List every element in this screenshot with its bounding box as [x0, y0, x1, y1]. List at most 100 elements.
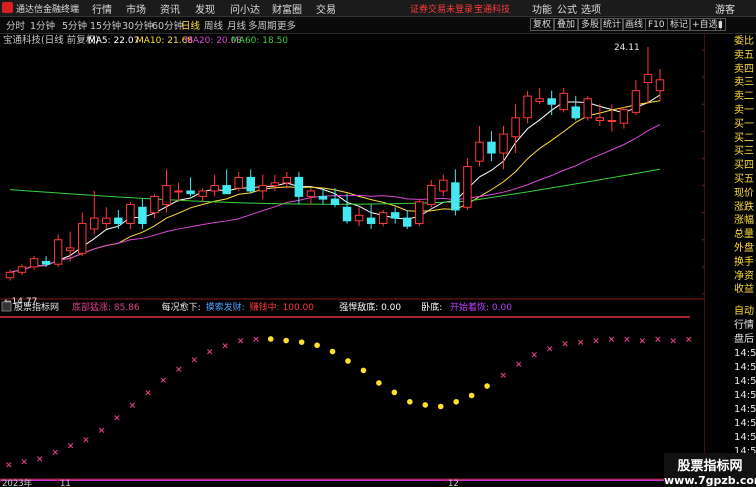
- date-label: 2023年: [2, 478, 33, 487]
- indicator-dot: [407, 398, 413, 405]
- candle-body: [619, 109, 629, 124]
- indicator-cross: ×: [500, 371, 508, 381]
- stock-header: 宝通科技(日线 前复权): [3, 34, 99, 46]
- menu-行情[interactable]: 行情: [92, 1, 112, 16]
- tab-日线[interactable]: 日线: [181, 18, 200, 32]
- toolbar-标记[interactable]: 标记: [667, 18, 692, 31]
- indicator-dot: [314, 342, 320, 349]
- indicator-dot: [391, 389, 398, 396]
- candle-body: [607, 119, 617, 122]
- toolbar-多股[interactable]: 多股: [578, 18, 603, 31]
- indicator-value-label: 赚钱中: 100.00: [250, 301, 315, 313]
- login-warning[interactable]: 证券交易未登录: [410, 2, 473, 15]
- toolbar-复权[interactable]: 复权: [530, 18, 555, 31]
- quote-label-2: 14:5: [734, 376, 756, 387]
- toolbar-画线[interactable]: 画线: [622, 18, 647, 31]
- indicator-cross: ×: [515, 360, 523, 370]
- indicator-cross: ×: [82, 435, 90, 445]
- candle-body: [366, 217, 376, 225]
- toolbar-统计[interactable]: 统计: [600, 18, 625, 31]
- indicator-dot: [298, 339, 305, 345]
- tab-多周期[interactable]: 多周期: [248, 18, 277, 32]
- candle-body: [102, 217, 111, 225]
- candle-body: [126, 204, 135, 225]
- candle-body: [77, 223, 87, 254]
- tab-60分钟[interactable]: 60分钟: [152, 18, 183, 32]
- menu-资讯[interactable]: 资讯: [160, 1, 180, 16]
- candle-body: [318, 195, 328, 200]
- candle-body: [246, 176, 255, 192]
- tab-5分钟[interactable]: 5分钟: [62, 18, 87, 32]
- indicator-cross: ×: [237, 337, 245, 347]
- candle-body: [535, 98, 544, 103]
- indicator-cross: ×: [98, 426, 106, 436]
- candle-body: [222, 185, 231, 195]
- menu-市场[interactable]: 市场: [126, 1, 146, 16]
- quote-label-2: 盘后: [734, 334, 754, 345]
- topmenu-公式[interactable]: 公式: [557, 1, 577, 16]
- quote-label: 卖二: [734, 91, 754, 103]
- candle-body: [29, 258, 39, 268]
- toolbar-F10[interactable]: F10: [645, 18, 668, 31]
- indicator-cross: ×: [129, 401, 137, 411]
- tab-更多[interactable]: 更多: [277, 18, 296, 32]
- candle-body: [282, 176, 292, 184]
- indicator-cross: ×: [608, 335, 616, 345]
- tab-月线[interactable]: 月线: [227, 18, 246, 32]
- indicator-cross: ×: [561, 340, 569, 350]
- candle-body: [378, 212, 388, 225]
- candle-body: [210, 185, 219, 192]
- menu-问小达[interactable]: 问小达: [230, 1, 260, 16]
- stock-name-link[interactable]: 宝通科技: [474, 2, 510, 15]
- toolbar-▮[interactable]: ▮: [715, 18, 726, 31]
- quote-label: 卖五: [734, 49, 754, 61]
- date-label: 12: [448, 479, 459, 487]
- tab-分时[interactable]: 分时: [6, 18, 25, 32]
- candle-body: [475, 141, 484, 162]
- quote-label: 收益: [734, 284, 754, 296]
- title-bar: 通达信金融终端 行情 市场 资讯 发现 问小达 财富圈 交易 证券交易未登录 宝通科技 功能…: [0, 0, 756, 17]
- candle-body: [306, 190, 316, 197]
- quote-label: 外盘: [734, 243, 754, 254]
- candle-body: [402, 217, 412, 227]
- indicator-dot: [468, 392, 475, 399]
- indicator-cross: ×: [190, 355, 198, 365]
- topmenu-选项[interactable]: 选项: [581, 1, 601, 16]
- menu-交易[interactable]: 交易: [316, 1, 336, 16]
- menu-财富圈[interactable]: 财富圈: [272, 1, 302, 16]
- indicator-cross: ×: [67, 442, 75, 452]
- candle-body: [90, 217, 99, 230]
- ma60-label: MA60: 18.50: [231, 36, 288, 46]
- candle-body: [439, 179, 448, 192]
- candle-body: [330, 198, 340, 206]
- kline-chart[interactable]: 24.0023.0022.0021.0020.0019.0018.0017.00…: [0, 34, 705, 487]
- tab-30分钟[interactable]: 30分钟: [122, 18, 153, 32]
- candle-body: [487, 141, 496, 154]
- tab-15分钟[interactable]: 15分钟: [90, 18, 121, 32]
- indicator-cross: ×: [685, 335, 693, 345]
- quote-label: 买三: [734, 146, 754, 158]
- indicator-dot: [437, 403, 444, 410]
- quote-label: 现价: [734, 187, 754, 199]
- indicator-cross: ×: [252, 335, 260, 345]
- indicator-cross: ×: [592, 337, 600, 347]
- quote-label-2: 14:5: [734, 390, 756, 401]
- quote-label: 卖一: [734, 105, 754, 116]
- quote-label: 换手: [734, 256, 754, 268]
- topmenu-功能[interactable]: 功能: [532, 1, 552, 16]
- candle-body: [499, 133, 508, 154]
- candle-body: [138, 206, 147, 225]
- indicator-cross: ×: [654, 335, 662, 345]
- candle-body: [559, 92, 568, 111]
- candle-body: [150, 195, 159, 214]
- indicator-cross: ×: [36, 454, 44, 464]
- watermark: 股票指标网 www.7gpzb.com: [664, 453, 756, 487]
- candle-body: [427, 185, 436, 206]
- menu-发现[interactable]: 发现: [195, 1, 215, 16]
- indicator-dot: [453, 398, 459, 405]
- toolbar-叠加[interactable]: 叠加: [554, 18, 579, 31]
- guest-label[interactable]: 游客: [715, 1, 735, 16]
- tab-1分钟[interactable]: 1分钟: [30, 18, 55, 32]
- candle-body: [643, 73, 653, 84]
- tab-周线[interactable]: 周线: [204, 18, 223, 32]
